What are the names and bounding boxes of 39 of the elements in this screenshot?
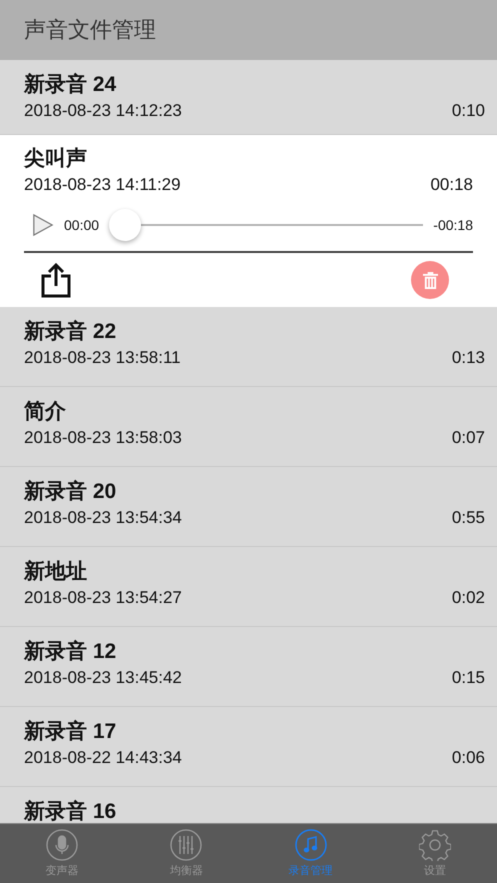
- progress-slider[interactable]: [109, 208, 424, 242]
- recording-title: 新录音 17: [24, 718, 118, 745]
- music-note-icon: [294, 829, 327, 861]
- remaining-time: -00:18: [433, 217, 473, 233]
- recording-duration: 0:15: [452, 668, 485, 688]
- recording-duration: 0:13: [452, 348, 485, 368]
- recording-title: 新录音 20: [24, 478, 118, 505]
- recording-date: 2018-08-23 13:58:11: [24, 348, 181, 368]
- recording-date: 2018-08-23 14:12:23: [24, 101, 182, 121]
- recording-title: 尖叫声: [24, 146, 88, 172]
- recording-date: 2018-08-23 13:54:27: [24, 588, 182, 608]
- recording-title: 新地址: [24, 558, 88, 585]
- recording-date: 2018-08-23 13:45:42: [24, 668, 182, 688]
- recording-date: 2018-08-23 13:58:03: [24, 428, 182, 448]
- recording-duration: 0:02: [452, 588, 485, 608]
- recording-title: 新录音 12: [24, 638, 118, 665]
- page-title: 声音文件管理: [24, 16, 156, 44]
- recording-item[interactable]: 尖叫声 2018-08-23 14:11:29 00:18 00:00 -00:18: [0, 135, 497, 307]
- delete-button[interactable]: [411, 261, 449, 299]
- slider-thumb[interactable]: [109, 209, 142, 241]
- recording-date: 2018-08-22 14:43:34: [24, 748, 182, 768]
- recording-title: 新录音 22: [24, 318, 118, 345]
- elapsed-time: 00:00: [64, 217, 100, 233]
- settings-icon: [418, 829, 451, 861]
- recording-title: 新录音 16: [24, 798, 118, 823]
- recording-duration: 0:55: [452, 508, 485, 528]
- trash-icon: [422, 272, 438, 288]
- recording-duration: 00:18: [430, 175, 473, 195]
- share-icon[interactable]: [40, 262, 72, 298]
- recording-date: 2018-08-23 14:11:29: [24, 175, 181, 195]
- recording-title: 简介: [24, 399, 67, 425]
- recording-date: 2018-08-23 13:54:34: [24, 508, 182, 528]
- recording-duration: 0:07: [452, 428, 485, 448]
- play-icon[interactable]: [32, 213, 54, 237]
- recording-title: 新录音 24: [24, 72, 118, 98]
- equalizer-icon: [170, 829, 202, 861]
- recording-duration: 0:10: [452, 101, 485, 121]
- microphone-icon: [46, 829, 78, 861]
- recording-duration: 0:06: [452, 748, 485, 768]
